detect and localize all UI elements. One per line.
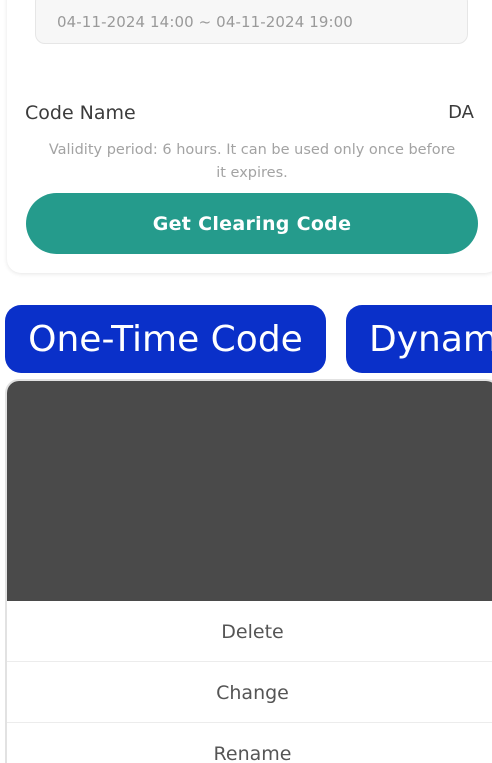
dimmed-overlay[interactable]	[7, 381, 492, 601]
validity-note: Validity period: 6 hours. It can be used…	[48, 142, 456, 181]
change-label: Change	[216, 681, 289, 704]
get-clearing-code-button[interactable]: Get Clearing Code	[26, 193, 478, 254]
one-time-code-label: One-Time Code	[28, 318, 303, 360]
page: 04-11-2024 14:00 ~ 04-11-2024 19:00 Code…	[0, 0, 492, 763]
change-menu-item[interactable]: Change	[7, 663, 492, 723]
delete-label: Delete	[221, 620, 284, 643]
dynamic-code-button[interactable]: Dynam	[346, 305, 492, 373]
validity-time-field: 04-11-2024 14:00 ~ 04-11-2024 19:00	[35, 0, 468, 44]
code-name-label: Code Name	[25, 102, 136, 124]
rename-menu-item[interactable]: Rename	[7, 724, 492, 763]
one-time-code-button[interactable]: One-Time Code	[5, 305, 326, 373]
delete-menu-item[interactable]: Delete	[7, 602, 492, 662]
dynamic-code-label: Dynam	[369, 318, 492, 360]
time-range-text: 04-11-2024 14:00 ~ 04-11-2024 19:00	[57, 13, 353, 31]
code-name-value[interactable]: DA	[448, 102, 474, 123]
action-sheet: Delete Change Rename	[5, 379, 492, 763]
rename-label: Rename	[213, 743, 292, 763]
